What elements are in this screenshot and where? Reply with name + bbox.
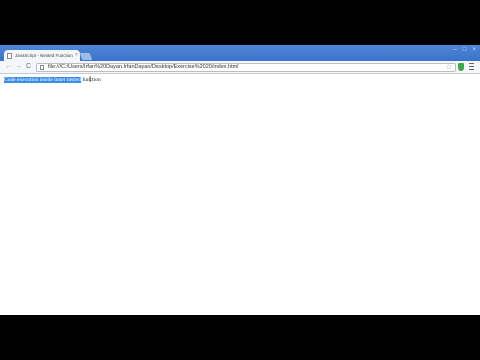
- selected-text[interactable]: Code execution inside inner nested: [4, 77, 81, 83]
- text-cursor-icon: I: [89, 75, 92, 84]
- minimize-button[interactable]: –: [454, 47, 457, 53]
- maximize-button[interactable]: □: [463, 47, 467, 53]
- extension-shield-icon[interactable]: [458, 63, 464, 71]
- new-tab-button[interactable]: [79, 53, 93, 60]
- page-text: Code execution inside inner nested funct…: [4, 76, 101, 84]
- menu-icon[interactable]: [469, 63, 474, 70]
- tab-title: JavaScript - Nested Function: [15, 53, 73, 58]
- address-bar[interactable]: file:///C:/Users/Irfan%20Dayan.IrfanDaya…: [36, 63, 456, 72]
- browser-window: JavaScript - Nested Function × – □ × ← →…: [0, 45, 480, 315]
- back-button[interactable]: ←: [5, 63, 12, 71]
- close-icon[interactable]: ×: [75, 53, 78, 58]
- bookmark-star-icon[interactable]: ☆: [446, 63, 452, 72]
- url-text[interactable]: file:///C:/Users/Irfan%20Dayan.IrfanDaya…: [48, 64, 238, 71]
- page-content: Code execution inside inner nested funct…: [0, 74, 480, 315]
- tab-active[interactable]: JavaScript - Nested Function ×: [4, 50, 80, 61]
- close-window-button[interactable]: ×: [472, 47, 476, 53]
- forward-button[interactable]: →: [15, 63, 22, 71]
- page-icon: [40, 65, 44, 70]
- browser-toolbar: ← → C file:///C:/Users/Irfan%20Dayan.Irf…: [0, 61, 480, 74]
- unselected-text[interactable]: function: [82, 77, 100, 83]
- reload-button[interactable]: C: [26, 63, 31, 71]
- page-favicon-icon: [7, 52, 12, 59]
- window-controls: – □ ×: [454, 47, 476, 53]
- title-bar: JavaScript - Nested Function × – □ ×: [0, 45, 480, 61]
